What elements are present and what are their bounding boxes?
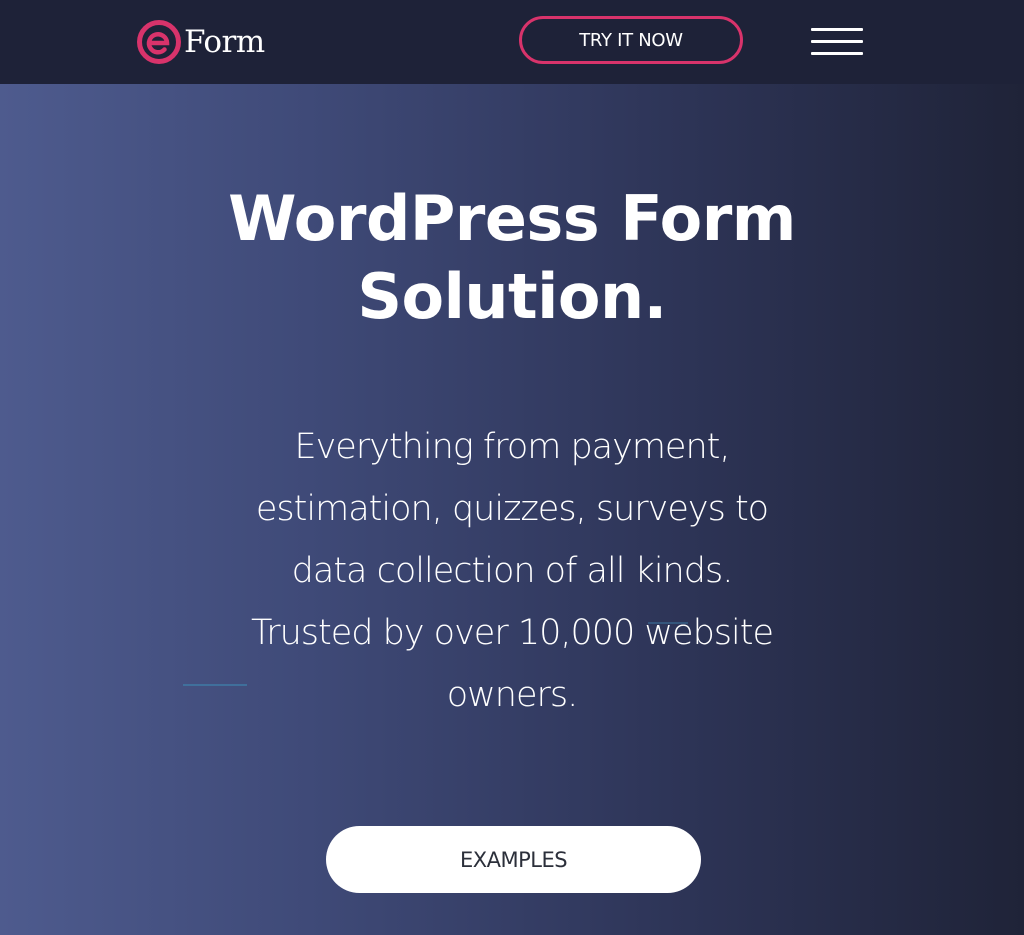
- site-header: Form TRY IT NOW: [0, 0, 1024, 84]
- eform-logo-icon: [137, 20, 181, 64]
- menu-bar: [811, 52, 863, 55]
- hero-title-line-2: Solution.: [357, 260, 667, 333]
- hamburger-menu-icon[interactable]: [811, 28, 863, 56]
- examples-button[interactable]: EXAMPLES: [326, 826, 701, 893]
- hero-section: WordPress Form Solution. Everything from…: [0, 84, 1024, 935]
- page: Form TRY IT NOW WordPress Form Solution.…: [0, 0, 1024, 935]
- hero-title: WordPress Form Solution.: [112, 180, 912, 336]
- decorative-line: [183, 684, 247, 686]
- hero-description: Everything from payment, estimation, qui…: [250, 427, 774, 715]
- logo-text: Form: [184, 24, 265, 60]
- hero-title-line-1: WordPress Form: [228, 182, 796, 255]
- menu-bar: [811, 40, 863, 43]
- decorative-line: [648, 622, 688, 624]
- brand-logo[interactable]: Form: [136, 17, 265, 67]
- try-it-now-button[interactable]: TRY IT NOW: [519, 16, 743, 64]
- menu-bar: [811, 28, 863, 31]
